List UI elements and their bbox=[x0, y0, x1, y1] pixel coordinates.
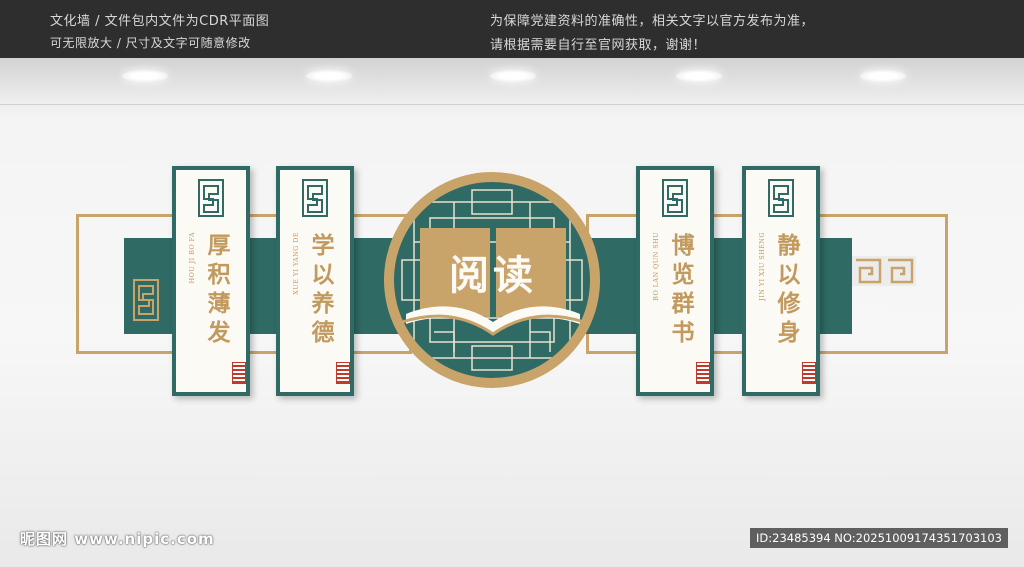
ceiling-lamp bbox=[122, 70, 168, 82]
panel-pinyin: XUE YI YANG DE bbox=[292, 232, 300, 295]
ceiling-lamp bbox=[490, 70, 536, 82]
fret-ornament-icon bbox=[768, 179, 794, 217]
text-panel: HOU JI BO FA 厚积薄发 bbox=[172, 166, 250, 396]
panel-text: 厚积薄发 bbox=[207, 233, 231, 346]
info-line-2-right: 请根据需要自行至官网获取，谢谢！ bbox=[490, 38, 707, 53]
text-panel: JIN YI XIU SHENG 静以修身 bbox=[742, 166, 820, 396]
center-title: 阅读 bbox=[449, 253, 537, 299]
panel-pinyin: HOU JI BO FA bbox=[188, 232, 196, 284]
info-line-1-left: 文化墙 / 文件包内文件为CDR平面图 bbox=[50, 14, 270, 29]
ceiling-lamp bbox=[676, 70, 722, 82]
side-plaque-left bbox=[126, 270, 166, 330]
fret-ornament-icon bbox=[302, 179, 328, 217]
panel-text: 静以修身 bbox=[777, 233, 801, 346]
seal-stamp bbox=[696, 362, 710, 384]
text-panel: BO LAN QUN SHU 博览群书 bbox=[636, 166, 714, 396]
fret-ornament-icon bbox=[198, 179, 224, 217]
panel-text: 博览群书 bbox=[671, 233, 695, 346]
panel-text: 学以养德 bbox=[311, 233, 335, 346]
seal-stamp bbox=[802, 362, 816, 384]
watermark-site: 昵图网 www.nipic.com bbox=[20, 530, 215, 548]
fret-ornament-icon bbox=[852, 256, 916, 286]
info-line-1-right: 为保障党建资料的准确性，相关文字以官方发布为准， bbox=[490, 14, 815, 29]
fret-ornament-icon bbox=[133, 279, 159, 321]
info-line-2-left: 可无限放大 / 尺寸及文字可随意修改 bbox=[50, 36, 251, 50]
seal-stamp bbox=[232, 362, 246, 384]
watermark-id: ID:23485394 NO:20251009174351703103 bbox=[750, 528, 1008, 548]
fret-ornament-icon bbox=[662, 179, 688, 217]
info-bar: 文化墙 / 文件包内文件为CDR平面图 可无限放大 / 尺寸及文字可随意修改 为… bbox=[0, 0, 1024, 58]
panel-pinyin: BO LAN QUN SHU bbox=[652, 232, 660, 301]
panel-pinyin: JIN YI XIU SHENG bbox=[758, 232, 766, 301]
ceiling-lamp bbox=[860, 70, 906, 82]
ceiling-lamp bbox=[306, 70, 352, 82]
text-panel: XUE YI YANG DE 学以养德 bbox=[276, 166, 354, 396]
side-ornament-right bbox=[852, 256, 916, 290]
seal-stamp bbox=[336, 362, 350, 384]
